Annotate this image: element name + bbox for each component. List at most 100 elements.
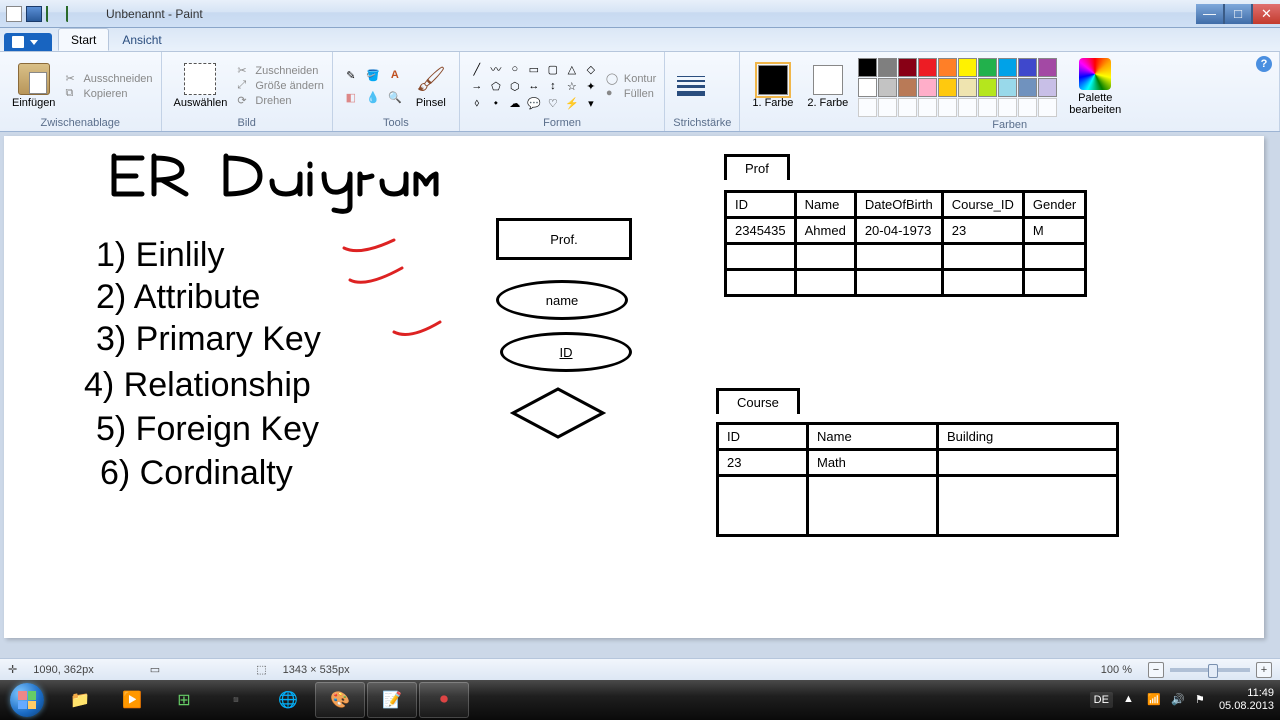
auswaehlen-button[interactable]: Auswählen [170,61,232,111]
color-swatch[interactable] [878,78,897,97]
color-swatch[interactable] [918,58,937,77]
tray-clock[interactable]: 11:49 05.08.2013 [1219,687,1274,713]
pinsel-button[interactable]: 🖌 Pinsel [411,61,451,111]
color-swatch[interactable] [958,78,977,97]
color-swatch[interactable] [1018,78,1037,97]
svg-text:5) Foreign Key: 5) Foreign Key [96,410,319,448]
strichstaerke-button[interactable] [673,74,709,98]
farbe2-button[interactable]: 2. Farbe [803,63,852,111]
taskbar-recorder[interactable]: ⏺ [419,682,469,718]
drehen-button[interactable]: ⟳Drehen [237,94,323,108]
color-swatch[interactable] [1018,58,1037,77]
color-swatch[interactable] [998,58,1017,77]
ausschneiden-button[interactable]: ✂Ausschneiden [65,72,152,86]
cursor-icon: ✛ [8,663,17,676]
redo-icon[interactable] [66,6,82,22]
tray-language[interactable]: DE [1090,692,1113,708]
save-icon[interactable] [26,6,42,22]
color-swatch-empty[interactable] [938,98,957,117]
shape-gallery[interactable]: ╱〰○▭▢△◇ →⬠⬡↔↕☆✦ ⬨⬩☁💬♡⚡▾ [468,61,600,111]
copy-icon: ⧉ [65,87,79,101]
relationship-diamond [510,386,606,440]
kontur-button[interactable]: ◯Kontur [606,72,656,86]
color-swatch[interactable] [898,78,917,97]
taskbar-explorer[interactable]: 📁 [55,682,105,718]
quick-access-toolbar [0,6,88,22]
color-swatch-empty[interactable] [878,98,897,117]
titlebar: Unbenannt - Paint — □ ✕ [0,0,1280,28]
color-palette[interactable] [858,58,1057,117]
fill-tool[interactable]: 🪣 [363,65,383,85]
color-swatch-empty[interactable] [1018,98,1037,117]
taskbar-media[interactable]: ▶️ [107,682,157,718]
taskbar-app1[interactable]: ⊞ [159,682,209,718]
app-icon [6,6,22,22]
tray-flag-icon[interactable]: ▲ [1123,693,1137,707]
color-swatch-empty[interactable] [898,98,917,117]
cut-icon: ✂ [65,72,79,86]
color-swatch-empty[interactable] [978,98,997,117]
color-swatch[interactable] [898,58,917,77]
group-zwischenablage: Einfügen ✂Ausschneiden ⧉Kopieren Zwische… [0,52,162,131]
handwriting-svg: 1) Einlily 2) Attribute 3) Primary Key 4… [4,136,464,536]
taskbar-notes[interactable]: 📝 [367,682,417,718]
group-label-tools: Tools [341,116,451,129]
group-label-farben: Farben [748,118,1271,131]
maximize-button[interactable]: □ [1224,4,1252,24]
palette-bearbeiten-button[interactable]: Palette bearbeiten [1063,56,1127,118]
color-swatch[interactable] [938,58,957,77]
zuschneiden-button[interactable]: ✂Zuschneiden [237,64,323,78]
picker-tool[interactable]: 💧 [363,87,383,107]
pencil-tool[interactable]: ✎ [341,65,361,85]
color-swatch[interactable] [918,78,937,97]
tab-ansicht[interactable]: Ansicht [109,28,174,51]
farbe1-label: 1. Farbe [752,97,793,109]
undo-icon[interactable] [46,6,62,22]
course-td-building [938,450,1118,476]
color-swatch[interactable] [958,58,977,77]
kopieren-button[interactable]: ⧉Kopieren [65,87,152,101]
color-swatch[interactable] [858,58,877,77]
color-swatch-empty[interactable] [958,98,977,117]
color-swatch-empty[interactable] [858,98,877,117]
prof-th-course: Course_ID [942,192,1023,218]
canvas[interactable]: 1) Einlily 2) Attribute 3) Primary Key 4… [4,136,1264,638]
file-menu-button[interactable] [4,33,52,51]
color-swatch[interactable] [1038,58,1057,77]
fuellen-button[interactable]: ●Füllen [606,87,656,101]
zoom-in-button[interactable]: + [1256,662,1272,678]
einfuegen-button[interactable]: Einfügen [8,61,59,111]
color-swatch-empty[interactable] [1038,98,1057,117]
color-swatch[interactable] [998,78,1017,97]
tab-start[interactable]: Start [58,28,109,51]
color-swatch[interactable] [858,78,877,97]
zoom-slider[interactable] [1170,668,1250,672]
tray-network-icon[interactable]: 📶 [1147,693,1161,707]
eraser-tool[interactable]: ◧ [341,87,361,107]
magnifier-tool[interactable]: 🔍 [385,87,405,107]
color-swatch-empty[interactable] [918,98,937,117]
text-tool[interactable]: A [385,65,405,85]
minimize-button[interactable]: — [1196,4,1224,24]
color-swatch[interactable] [978,78,997,97]
tray-volume-icon[interactable]: 🔊 [1171,693,1185,707]
palette-bearbeiten-label: Palette bearbeiten [1067,92,1123,116]
taskbar-chrome[interactable]: 🌐 [263,682,313,718]
tray-action-icon[interactable]: ⚑ [1195,693,1209,707]
help-button[interactable]: ? [1256,56,1272,72]
color-swatch[interactable] [878,58,897,77]
zoom-out-button[interactable]: − [1148,662,1164,678]
taskbar-terminal[interactable]: ▪️ [211,682,261,718]
prof-caption-label: Prof [745,161,769,176]
farbe1-button[interactable]: 1. Farbe [748,63,797,111]
brush-icon: 🖌 [415,63,447,95]
color-swatch-empty[interactable] [998,98,1017,117]
start-button[interactable] [0,680,54,720]
color-swatch[interactable] [978,58,997,77]
color-swatch[interactable] [938,78,957,97]
taskbar-paint[interactable]: 🎨 [315,682,365,718]
group-label-formen: Formen [468,116,656,129]
close-button[interactable]: ✕ [1252,4,1280,24]
color-swatch[interactable] [1038,78,1057,97]
groesse-button[interactable]: ⤢Größe ändern [237,79,323,93]
